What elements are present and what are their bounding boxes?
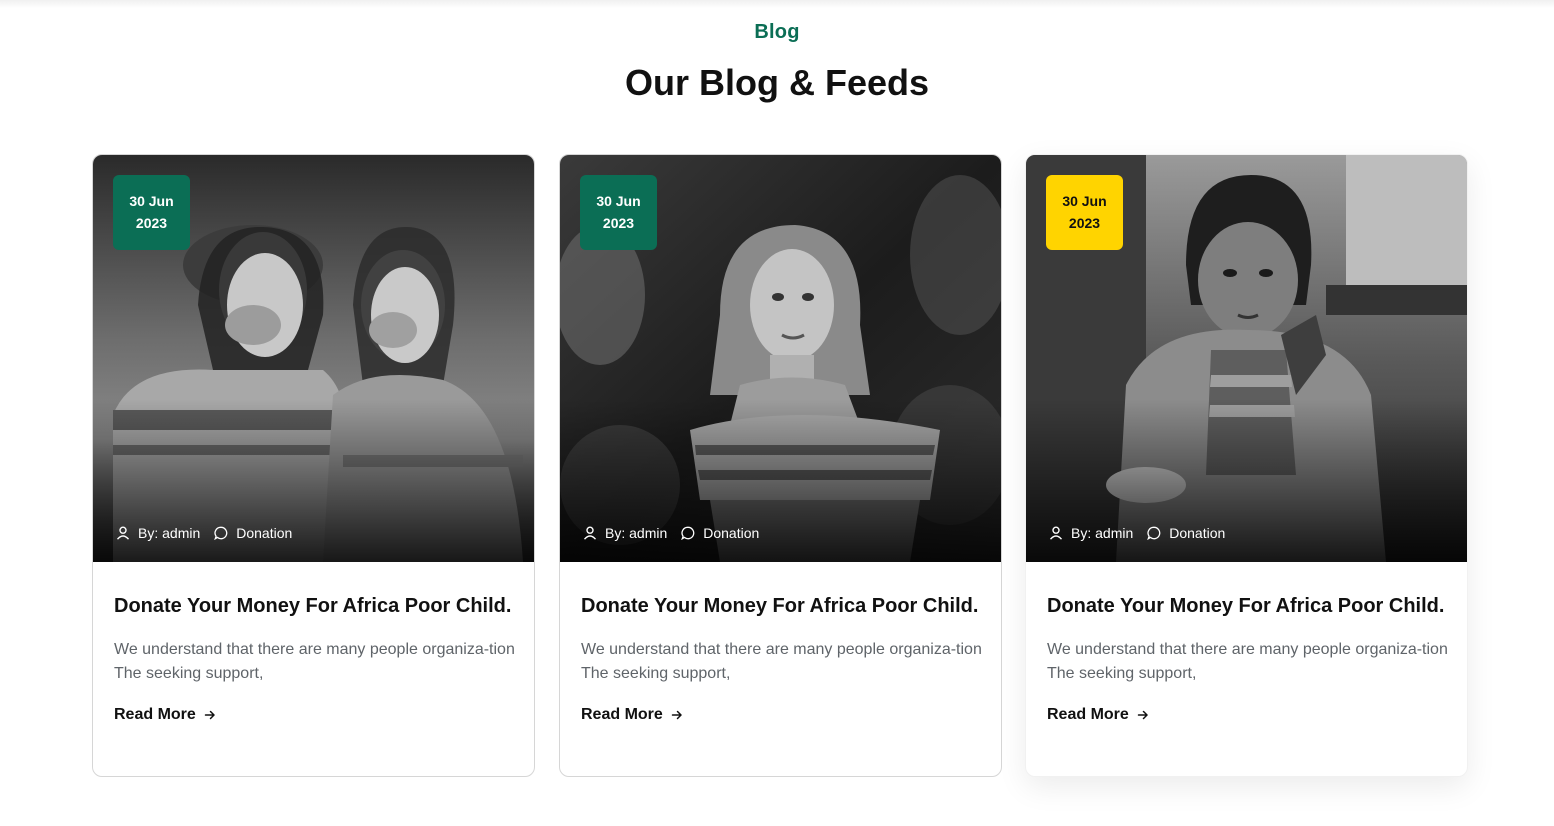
- category-label: Donation: [1169, 525, 1226, 541]
- date-badge: 30 Jun 2023: [580, 175, 657, 250]
- arrow-right-icon: [671, 710, 682, 720]
- category-label: Donation: [703, 525, 760, 541]
- read-more-link[interactable]: Read More: [1047, 706, 1149, 724]
- blog-card-title[interactable]: Donate Your Money For Africa Poor Child.: [114, 591, 516, 621]
- blog-card-excerpt: We understand that there are many people…: [114, 641, 515, 682]
- date-day: 30 Jun: [1062, 193, 1107, 209]
- read-more-link[interactable]: Read More: [114, 706, 216, 724]
- post-meta: By: admin Donation: [116, 523, 292, 543]
- category-meta[interactable]: Donation: [214, 525, 292, 541]
- author-label: By: admin: [605, 525, 668, 541]
- blog-card-image[interactable]: 30 Jun 2023 By: admin Donation: [93, 155, 534, 562]
- read-more-label: Read More: [114, 706, 196, 723]
- user-icon: [1049, 526, 1063, 540]
- comment-icon: [214, 526, 228, 540]
- blog-card-title[interactable]: Donate Your Money For Africa Poor Child.: [1047, 591, 1449, 621]
- blog-card-excerpt: We understand that there are many people…: [1047, 641, 1448, 682]
- date-year: 2023: [1068, 215, 1101, 231]
- arrow-right-icon: [204, 710, 215, 720]
- date-day: 30 Jun: [129, 193, 174, 209]
- read-more-label: Read More: [1047, 706, 1129, 723]
- section-title: Our Blog & Feeds: [624, 62, 930, 103]
- blog-card-image[interactable]: 30 Jun 2023 By: admin Donation: [1026, 155, 1467, 562]
- blog-card[interactable]: 30 Jun 2023 By: admin Donation Donate Yo…: [1025, 154, 1468, 777]
- author-meta[interactable]: By: admin: [1049, 525, 1133, 541]
- arrow-right-icon: [1137, 710, 1148, 720]
- header-shadow: [0, 0, 1554, 8]
- author-meta[interactable]: By: admin: [583, 525, 667, 541]
- user-icon: [116, 526, 130, 540]
- blog-card-body: Donate Your Money For Africa Poor Child.…: [1047, 562, 1449, 724]
- author-label: By: admin: [1071, 525, 1134, 541]
- category-meta[interactable]: Donation: [681, 525, 759, 541]
- date-year: 2023: [602, 215, 635, 231]
- blog-card-title[interactable]: Donate Your Money For Africa Poor Child.: [581, 591, 983, 621]
- read-more-label: Read More: [581, 706, 663, 723]
- read-more-link[interactable]: Read More: [581, 706, 683, 724]
- date-badge: 30 Jun 2023: [1046, 175, 1123, 250]
- post-meta: By: admin Donation: [583, 523, 759, 543]
- comment-icon: [1147, 526, 1161, 540]
- category-meta[interactable]: Donation: [1147, 525, 1225, 541]
- author-meta[interactable]: By: admin: [116, 525, 200, 541]
- comment-icon: [681, 526, 695, 540]
- post-meta: By: admin Donation: [1049, 523, 1225, 543]
- date-year: 2023: [135, 215, 168, 231]
- date-badge: 30 Jun 2023: [113, 175, 190, 250]
- category-label: Donation: [236, 525, 293, 541]
- blog-card-image[interactable]: 30 Jun 2023 By: admin Donation: [560, 155, 1001, 562]
- blog-card[interactable]: 30 Jun 2023 By: admin Donation Donate Yo…: [92, 154, 535, 777]
- user-icon: [583, 526, 597, 540]
- blog-card-body: Donate Your Money For Africa Poor Child.…: [114, 562, 516, 724]
- author-label: By: admin: [138, 525, 201, 541]
- blog-card-excerpt: We understand that there are many people…: [581, 641, 982, 682]
- blog-card[interactable]: 30 Jun 2023 By: admin Donation Donate Yo…: [559, 154, 1002, 777]
- blog-card-body: Donate Your Money For Africa Poor Child.…: [581, 562, 983, 724]
- section-eyebrow: Blog: [754, 21, 800, 43]
- date-day: 30 Jun: [596, 193, 641, 209]
